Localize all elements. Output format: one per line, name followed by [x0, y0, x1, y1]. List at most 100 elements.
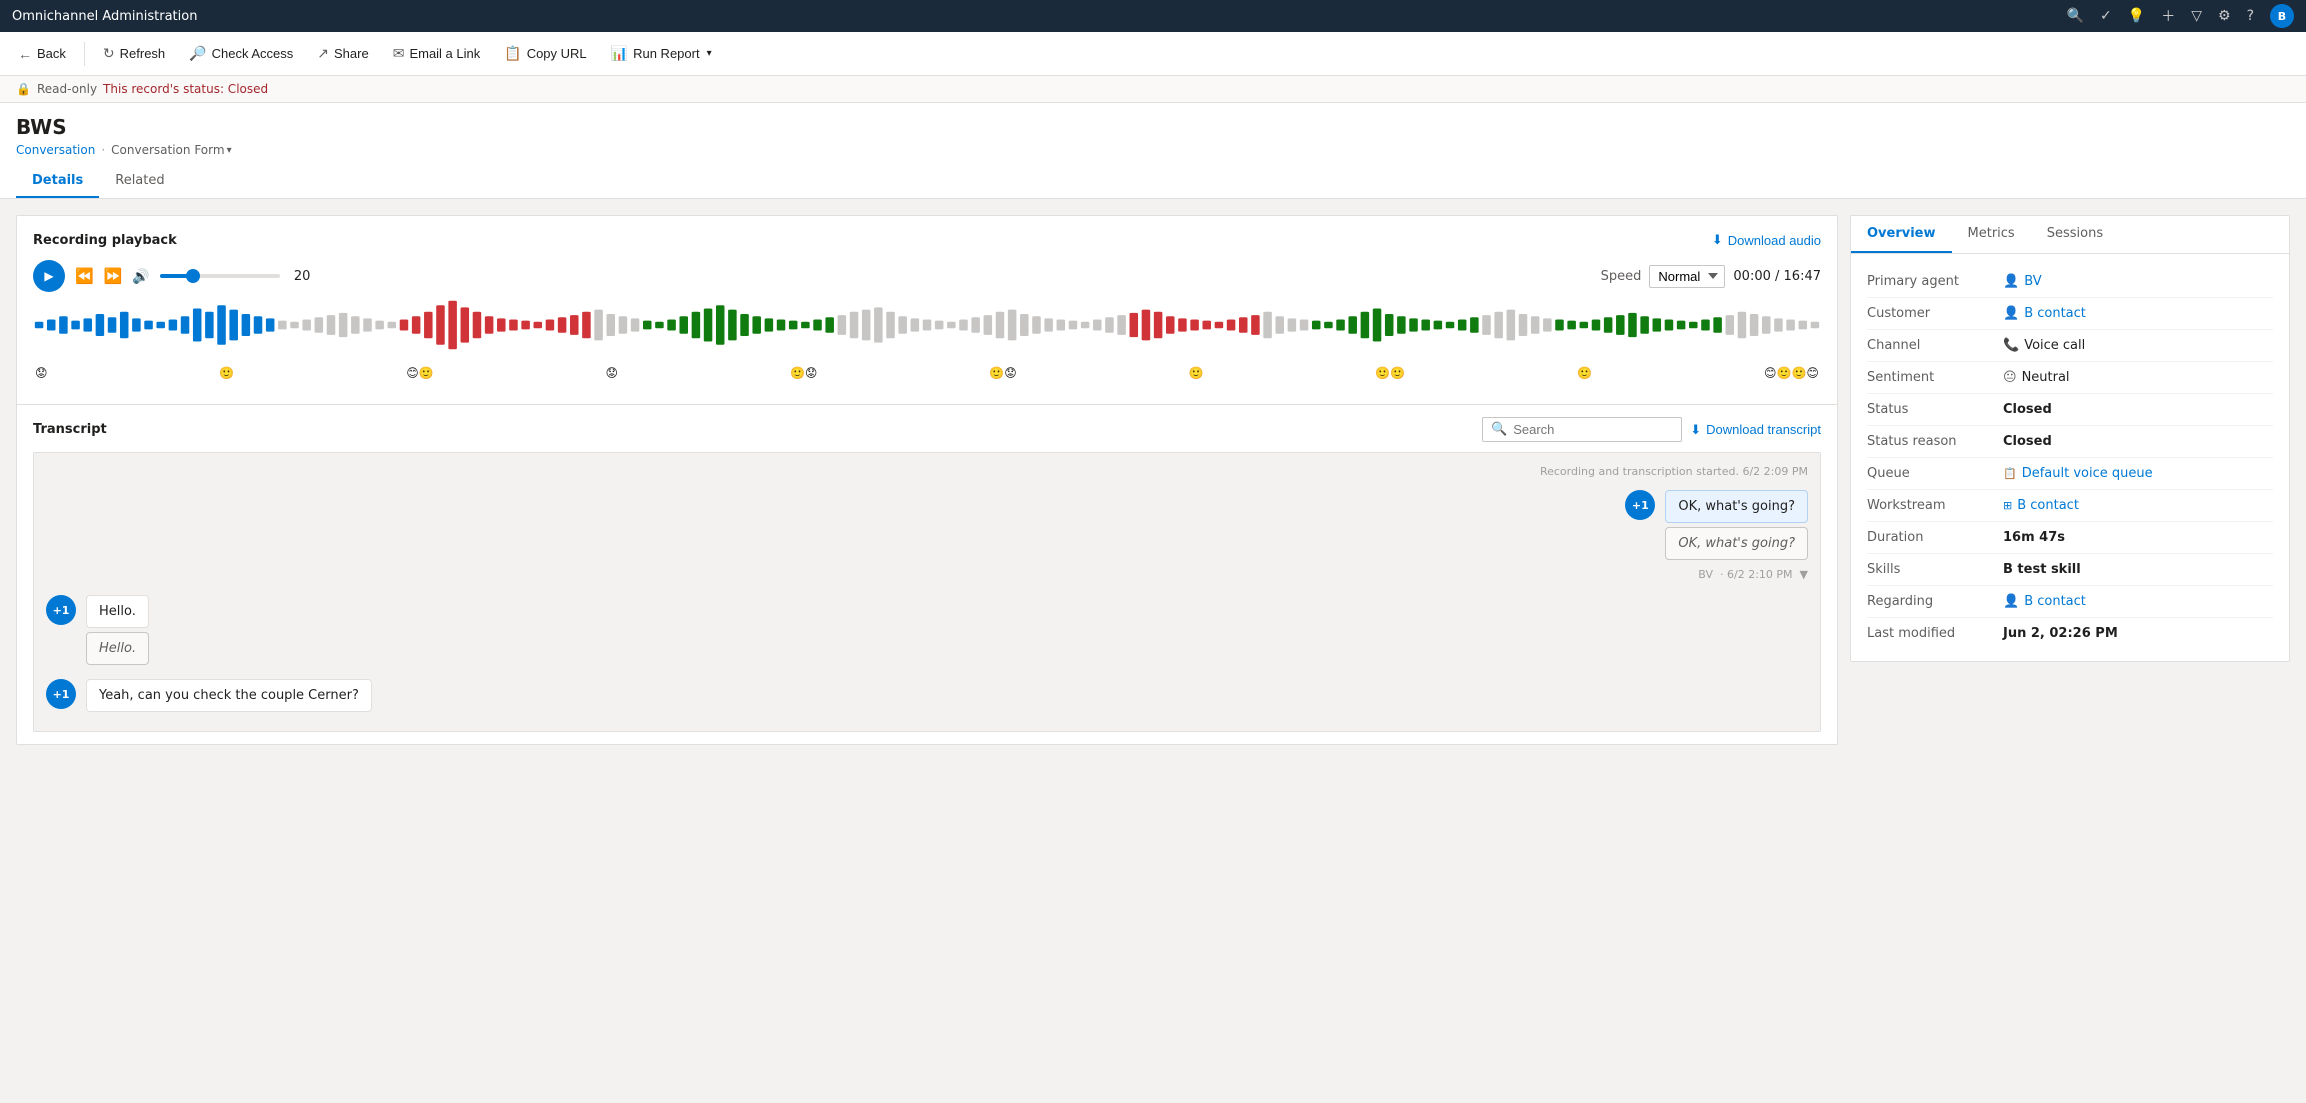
right-tabs: Overview Metrics Sessions: [1851, 216, 2289, 254]
info-row-regarding: Regarding 👤 B contact: [1867, 586, 2273, 618]
skip-forward-button[interactable]: ⏩: [104, 267, 123, 285]
speed-select[interactable]: 0.5x Normal 1.5x 2x: [1649, 265, 1725, 288]
emoji-frown-1: 😟: [35, 366, 48, 380]
recording-title: Recording playback: [33, 233, 177, 248]
emoji-smile-4: 🙂😟: [989, 366, 1016, 380]
waveform-svg: [33, 300, 1821, 350]
value-status: Closed: [2003, 402, 2052, 417]
bulb-icon[interactable]: 💡: [2128, 8, 2145, 24]
seek-bar[interactable]: [160, 274, 280, 278]
value-status-reason: Closed: [2003, 434, 2052, 449]
label-primary-agent: Primary agent: [1867, 274, 1987, 289]
page-header: BWS Conversation · Conversation Form ▾ D…: [0, 103, 2306, 199]
speed-section: Speed 0.5x Normal 1.5x 2x 00:00 / 16:47: [1601, 265, 1821, 288]
value-last-modified: Jun 2, 02:26 PM: [2003, 626, 2118, 641]
right-panel: Overview Metrics Sessions Primary agent …: [1850, 215, 2290, 662]
email-link-button[interactable]: ✉ Email a Link: [383, 39, 491, 68]
transcript-search-input[interactable]: [1513, 422, 1673, 437]
back-icon: ←: [18, 46, 32, 62]
waveform-container[interactable]: [33, 300, 1821, 360]
time-display: 00:00 / 16:47: [1733, 269, 1821, 284]
transcript-body[interactable]: Recording and transcription started. 6/2…: [33, 452, 1821, 732]
share-icon: ↗: [317, 45, 329, 62]
label-queue: Queue: [1867, 466, 1987, 481]
emoji-smile-8: 😊🙂🙂😊: [1764, 366, 1819, 380]
breadcrumb-form[interactable]: Conversation Form ▾: [111, 143, 231, 157]
refresh-icon: ↻: [103, 45, 115, 62]
value-skills: B test skill: [2003, 562, 2081, 577]
avatar-customer-2: +1: [46, 679, 76, 709]
info-row-sentiment: Sentiment 😐 Neutral: [1867, 362, 2273, 394]
emoji-smile-6: 🙂🙂: [1375, 366, 1405, 380]
skip-back-button[interactable]: ⏪: [75, 267, 94, 285]
page-tabs: Details Related: [16, 165, 2290, 198]
label-customer: Customer: [1867, 306, 1987, 321]
transcript-timestamp: Recording and transcription started. 6/2…: [46, 465, 1808, 478]
link-primary-agent[interactable]: BV: [2024, 274, 2041, 289]
link-queue[interactable]: Default voice queue: [2022, 466, 2153, 481]
transcript-actions: 🔍 ⬇ Download transcript: [1482, 417, 1821, 442]
transcript-title: Transcript: [33, 422, 107, 437]
info-row-last-modified: Last modified Jun 2, 02:26 PM: [1867, 618, 2273, 649]
download-icon: ⬇: [1712, 232, 1723, 248]
message-meta-bv: BV · 6/2 2:10 PM ▼: [1698, 568, 1808, 581]
label-status-reason: Status reason: [1867, 434, 1987, 449]
download-audio-button[interactable]: ⬇ Download audio: [1712, 232, 1821, 248]
value-workstream: ⊞ B contact: [2003, 498, 2079, 513]
link-workstream[interactable]: B contact: [2017, 498, 2079, 513]
person-icon-3: 👤: [2003, 594, 2019, 609]
emoji-smile-7: 🙂: [1577, 366, 1592, 380]
phone-icon: 📞: [2003, 338, 2019, 353]
command-bar: ← Back ↻ Refresh 🔎 Check Access ↗ Share …: [0, 32, 2306, 76]
check-access-button[interactable]: 🔎 Check Access: [179, 39, 303, 68]
volume-icon: 🔊: [132, 268, 149, 284]
help-icon[interactable]: ?: [2247, 8, 2254, 24]
person-icon-2: 👤: [2003, 306, 2019, 321]
message-bubble-4: Hello.: [86, 632, 149, 665]
message-row-customer-1: +1 Hello. Hello.: [46, 595, 1808, 665]
transcript-section: Transcript 🔍 ⬇ Download transcript Recor…: [17, 404, 1837, 744]
transcript-header: Transcript 🔍 ⬇ Download transcript: [33, 417, 1821, 442]
info-row-queue: Queue 📋 Default voice queue: [1867, 458, 2273, 490]
transcript-search-box[interactable]: 🔍: [1482, 417, 1682, 442]
avatar: B: [2270, 4, 2294, 28]
value-primary-agent: 👤 BV: [2003, 274, 2042, 289]
tab-sessions[interactable]: Sessions: [2031, 216, 2119, 253]
tab-overview[interactable]: Overview: [1851, 216, 1952, 253]
search-icon[interactable]: 🔍: [2067, 8, 2084, 24]
label-regarding: Regarding: [1867, 594, 1987, 609]
sentiment-icon: 😐: [2003, 370, 2017, 385]
tab-details[interactable]: Details: [16, 165, 99, 198]
run-report-button[interactable]: 📊 Run Report ▾: [601, 39, 722, 68]
audio-controls: ▶ ⏪ ⏩ 🔊 20 Speed: [33, 260, 1821, 292]
message-bubble-2: OK, what's going?: [1665, 527, 1808, 560]
tab-metrics[interactable]: Metrics: [1952, 216, 2031, 253]
emoji-smile-3: 🙂😟: [790, 366, 817, 380]
label-status: Status: [1867, 402, 1987, 417]
left-panel: Recording playback ⬇ Download audio ▶ ⏪ …: [16, 215, 1838, 745]
readonly-bar: 🔒 Read-only This record's status: Closed: [0, 76, 2306, 103]
label-workstream: Workstream: [1867, 498, 1987, 513]
copy-icon: 📋: [504, 45, 521, 62]
info-row-skills: Skills B test skill: [1867, 554, 2273, 586]
share-button[interactable]: ↗ Share: [307, 39, 378, 68]
info-row-status-reason: Status reason Closed: [1867, 426, 2273, 458]
plus-icon[interactable]: ＋: [2161, 6, 2175, 26]
copy-url-button[interactable]: 📋 Copy URL: [494, 39, 596, 68]
link-customer[interactable]: B contact: [2024, 306, 2086, 321]
avatar-customer-1: +1: [46, 595, 76, 625]
breadcrumb-conversation[interactable]: Conversation: [16, 143, 95, 157]
volume-button[interactable]: 🔊: [132, 268, 149, 285]
verified-icon[interactable]: ✓: [2100, 8, 2112, 24]
run-report-icon: 📊: [611, 45, 628, 62]
play-button[interactable]: ▶: [33, 260, 65, 292]
filter-icon[interactable]: ▽: [2191, 8, 2202, 24]
download-transcript-button[interactable]: ⬇ Download transcript: [1690, 422, 1821, 438]
back-button[interactable]: ← Back: [8, 40, 76, 68]
emoji-smile-2: 😊🙂: [406, 366, 433, 380]
settings-icon[interactable]: ⚙: [2218, 8, 2231, 24]
tab-related[interactable]: Related: [99, 165, 180, 198]
refresh-button[interactable]: ↻ Refresh: [93, 39, 175, 68]
value-queue: 📋 Default voice queue: [2003, 466, 2153, 481]
link-regarding[interactable]: B contact: [2024, 594, 2086, 609]
